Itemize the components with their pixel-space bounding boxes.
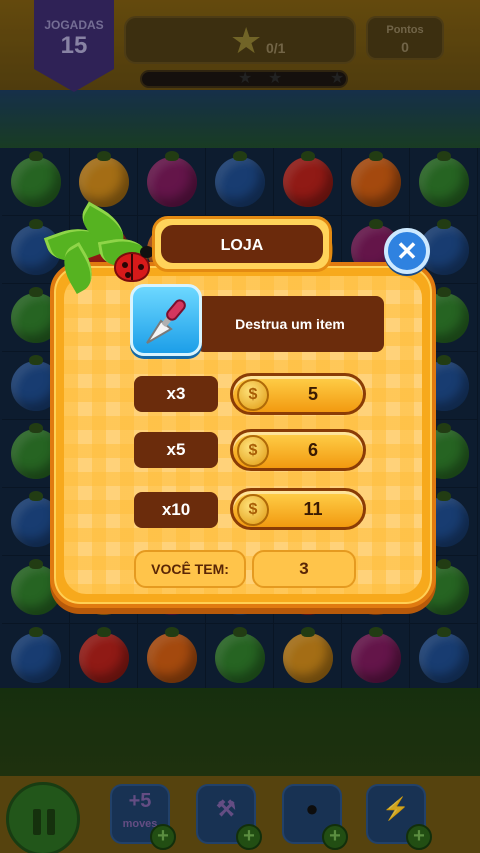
offer-price-2: 6	[307, 440, 318, 460]
item-description: Destrua um item	[235, 316, 345, 332]
shop-title-plate: LOJA	[152, 216, 332, 272]
buy-button-1[interactable]: $ 5	[230, 373, 366, 415]
offer-price-1: 5	[307, 384, 318, 404]
close-icon: ✕	[396, 236, 418, 266]
close-button[interactable]: ✕	[384, 228, 430, 274]
buy-button-2[interactable]: $ 6	[230, 429, 366, 471]
offer-quantity-3: x10	[134, 492, 218, 528]
balance-value: 3	[252, 550, 356, 588]
offer-quantity-1: x3	[134, 376, 218, 412]
offer-quantity-2: x5	[134, 432, 218, 468]
ladybug-icon	[114, 246, 154, 282]
buy-button-3[interactable]: $ 11	[230, 488, 366, 530]
trowel-icon	[130, 284, 202, 356]
balance-label: VOCÊ TEM:	[134, 550, 246, 588]
shop-title: LOJA	[220, 237, 264, 254]
offer-price-3: 11	[303, 499, 323, 519]
item-description-card: Destrua um item	[196, 296, 384, 352]
